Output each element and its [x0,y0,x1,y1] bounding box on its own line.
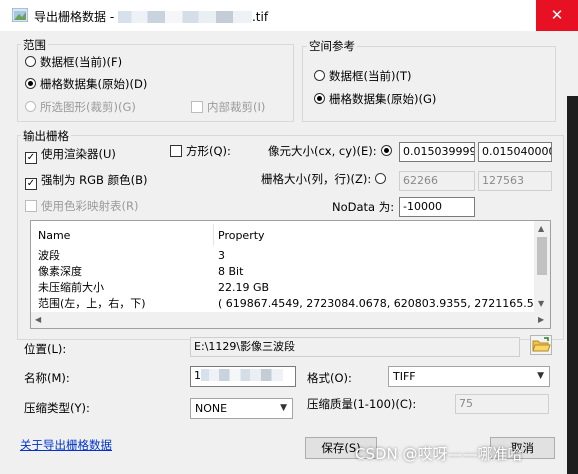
cell-value: 8 Bit [218,265,244,278]
close-button[interactable]: ✕ [536,0,578,31]
column-header-property[interactable]: Property [218,226,265,246]
cell-value: 22.19 GB [218,281,270,294]
chevron-down-icon: ▼ [537,371,544,381]
name-label: 名称(M): [24,371,70,385]
raster-size-option[interactable]: 栅格大小(列，行)(Z): [261,171,387,187]
cell-size-option[interactable]: 像元大小(cx, cy)(E): [268,143,392,159]
radio-icon [375,173,387,184]
checkbox-disabled-icon [25,200,37,212]
extent-option-dataframe[interactable]: 数据框(当前)(F) [25,54,122,70]
inner-clip-checkbox: 内部裁剪(I) [191,99,265,115]
format-label: 格式(O): [307,371,352,385]
watermark: CSDN @哎呀——哪准哈 [355,445,523,463]
spatial-ref-option-dataframe[interactable]: 数据框(当前)(T) [314,68,411,84]
force-rgb-checkbox[interactable]: ✓ 强制为 RGB 颜色(B) [25,172,147,190]
radio-selected-icon [314,93,325,104]
extent-option-raster-original[interactable]: 栅格数据集(原始)(D) [25,76,147,92]
spatial-ref-option-raster-original[interactable]: 栅格数据集(原始)(G) [314,91,436,107]
scroll-down-icon[interactable]: ▼ [538,299,544,308]
cell-name: 像素深度 [38,265,82,278]
compression-label: 压缩类型(Y): [24,401,90,415]
colormap-checkbox: 使用色彩映射表(R) [25,198,138,214]
spatial-ref-group [302,46,556,122]
output-legend: 输出栅格 [21,128,71,144]
chevron-down-icon: ▼ [280,403,287,413]
cell-name: 波段 [38,249,60,262]
window-title-suffix: .tif [251,10,269,24]
table-row[interactable]: 波段 3 [31,248,536,264]
checkmark-icon: ✓ [25,178,37,190]
properties-list[interactable]: Name Property 波段 3 像素深度 8 Bit 未压缩前大小 22.… [30,220,551,329]
app-icon [11,7,29,23]
background-window-edge [567,96,578,474]
scroll-thumb[interactable] [537,237,547,275]
nodata-input[interactable]: -10000 [399,197,475,217]
spatial-ref-legend: 空间参考 [307,38,357,54]
cell-size-cx-input[interactable]: 0.0150399999 [399,142,475,162]
nodata-label: NoData 为: [332,200,395,214]
format-select[interactable]: TIFF ▼ [388,366,550,387]
checkbox-icon [170,145,182,157]
square-checkbox[interactable]: 方形(Q): [170,143,231,159]
cell-value: ( 619867.4549, 2723084.0678, 620803.9355… [218,297,551,310]
cell-name: 范围(左，上，右，下) [38,297,146,310]
column-divider [213,224,214,246]
horizontal-scrollbar[interactable]: ◀ ▶ [31,312,550,328]
name-input[interactable]: 1 [190,366,296,387]
redacted-name [201,369,283,381]
compression-select[interactable]: NONE ▼ [190,398,293,419]
raster-rows-input: 127563 [478,171,552,191]
table-row[interactable]: 范围(左，上，右，下) ( 619867.4549, 2723084.0678,… [31,296,550,312]
radio-selected-icon [25,78,36,89]
checkbox-disabled-icon [191,101,203,113]
quality-input: 75 [455,394,549,414]
scroll-right-icon[interactable]: ▶ [538,315,544,324]
folder-icon [532,337,551,352]
radio-icon [25,56,36,67]
cell-value: 3 [218,249,225,262]
redacted-filename [117,11,252,23]
quality-label: 压缩质量(1-100)(C): [307,397,417,411]
browse-folder-button[interactable] [530,335,552,355]
use-renderer-checkbox[interactable]: ✓ 使用渲染器(U) [25,146,116,164]
radio-selected-icon [380,145,392,156]
vertical-scrollbar[interactable]: ▲ ▼ [534,221,550,313]
column-header-name[interactable]: Name [38,226,70,246]
scroll-left-icon[interactable]: ◀ [35,315,41,324]
checkmark-icon: ✓ [25,152,37,164]
location-input: E:\1129\影像三波段 [190,337,520,357]
about-export-link[interactable]: 关于导出栅格数据 [20,437,112,453]
window-title-prefix: 导出栅格数据 - [34,10,118,24]
cell-name: 未压缩前大小 [38,281,104,294]
scroll-up-icon[interactable]: ▲ [538,224,544,233]
extent-legend: 范围 [21,37,48,53]
list-header: Name Property [31,226,536,246]
cell-size-cy-input[interactable]: 0.01504000000 [478,142,552,162]
raster-cols-input: 62266 [399,171,475,191]
location-label: 位置(L): [24,342,67,356]
extent-option-selected-graphics: 所选图形(裁剪)(G) [25,99,136,115]
radio-icon [314,70,325,81]
table-row[interactable]: 像素深度 8 Bit [31,264,536,280]
window-title: 导出栅格数据 - .tif [34,8,268,25]
table-row[interactable]: 未压缩前大小 22.19 GB [31,280,536,296]
radio-disabled-icon [25,101,36,112]
